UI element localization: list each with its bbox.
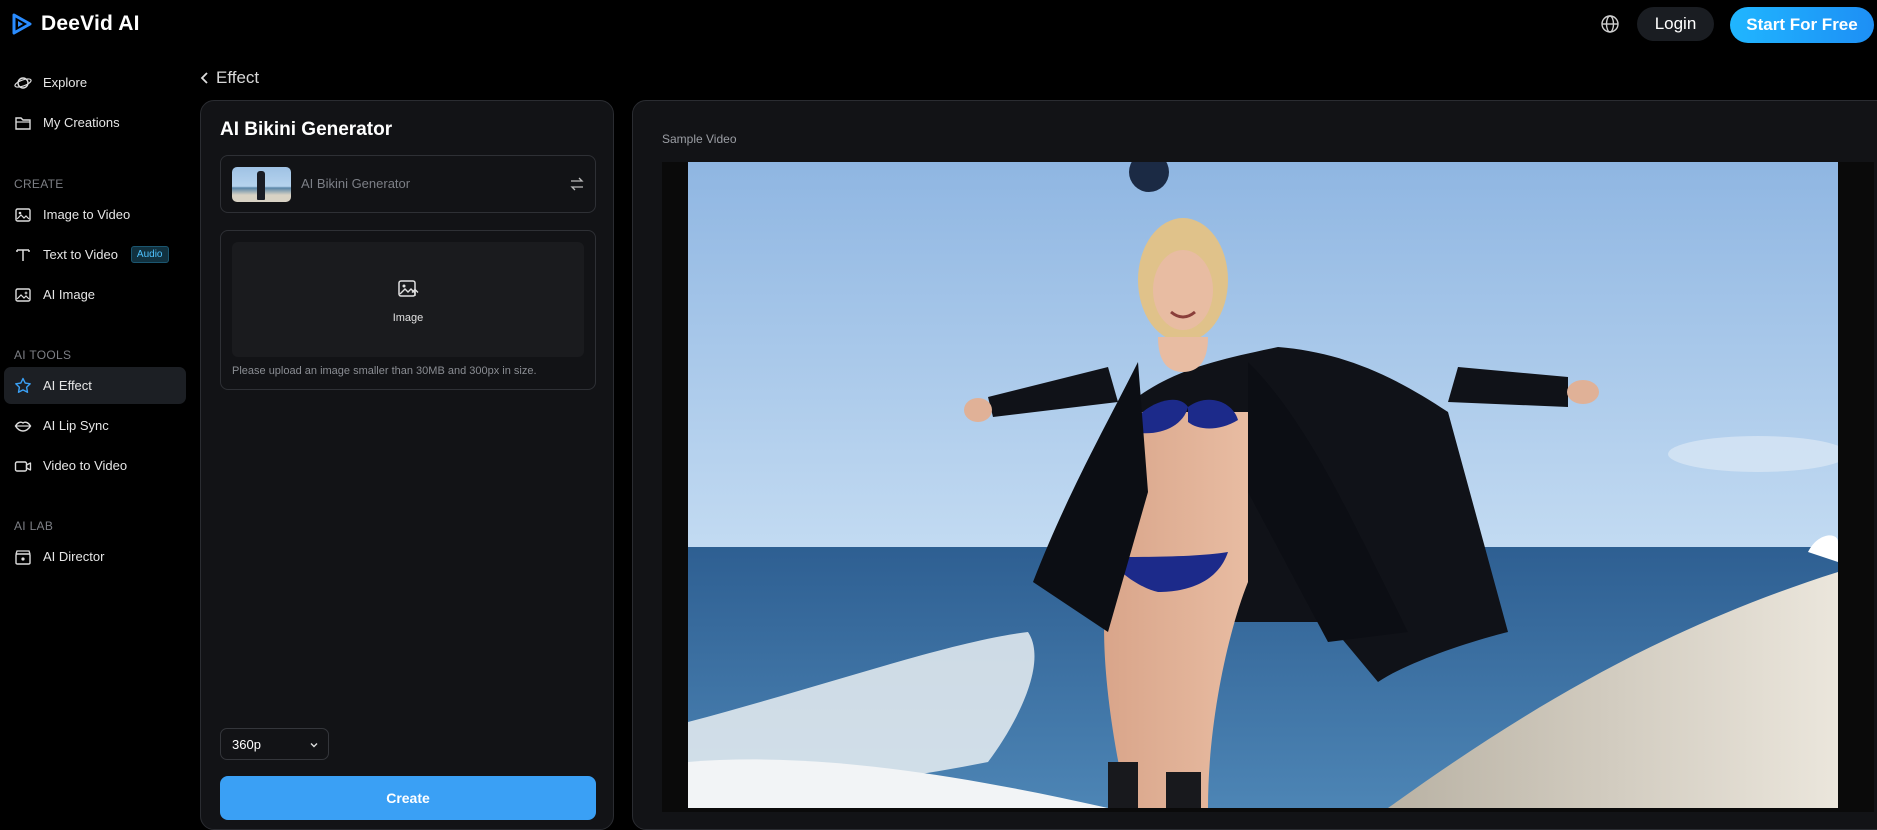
ai-image-icon — [15, 287, 31, 302]
create-button[interactable]: Create — [220, 776, 596, 820]
login-button[interactable]: Login — [1637, 7, 1714, 41]
folder-icon — [15, 116, 31, 130]
sidebar-item-label: AI Image — [43, 287, 96, 302]
swap-icon[interactable] — [569, 176, 585, 192]
top-bar: DeeVid AI Login Start For Free — [0, 0, 1877, 50]
image-upload-icon — [398, 280, 419, 297]
deevid-play-logo-icon — [12, 13, 32, 35]
section-label-ai-tools: AI TOOLS — [14, 348, 72, 362]
sidebar-item-video-to-video[interactable]: Video to Video — [4, 447, 186, 484]
start-for-free-button[interactable]: Start For Free — [1730, 7, 1874, 43]
audio-badge: Audio — [130, 246, 169, 263]
planet-icon — [14, 76, 32, 89]
image-dropzone[interactable]: Image — [232, 242, 584, 357]
sidebar-item-explore[interactable]: Explore — [4, 64, 186, 101]
star-icon — [15, 377, 31, 393]
sidebar-item-label: AI Effect — [43, 378, 92, 393]
section-label-create: CREATE — [14, 177, 64, 191]
effect-name: AI Bikini Generator — [301, 176, 411, 191]
upload-label: Image — [392, 312, 424, 324]
sidebar-item-label: AI Director — [43, 549, 105, 564]
sample-video-label: Sample Video — [662, 132, 737, 146]
sidebar-item-my-creations[interactable]: My Creations — [4, 104, 186, 141]
sidebar-item-text-to-video[interactable]: Text to Video Audio — [4, 236, 186, 273]
sidebar-item-ai-lip-sync[interactable]: AI Lip Sync — [4, 407, 186, 444]
resolution-value: 360p — [232, 736, 261, 752]
clapper-icon — [15, 549, 31, 565]
section-label-ai-lab: AI LAB — [14, 519, 54, 533]
back-link[interactable]: Effect — [200, 68, 259, 88]
sidebar-item-label: Video to Video — [43, 458, 128, 473]
upload-hint: Please upload an image smaller than 30MB… — [232, 365, 537, 377]
sidebar-item-ai-director[interactable]: AI Director — [4, 538, 186, 575]
chevron-down-icon — [310, 743, 318, 748]
sample-video-frame — [688, 162, 1838, 808]
generator-panel: AI Bikini Generator AI Bikini Generator … — [200, 100, 614, 830]
resolution-select[interactable]: 360p — [220, 728, 329, 760]
text-icon — [16, 248, 30, 261]
effect-thumbnail — [232, 167, 291, 202]
lips-icon — [14, 421, 32, 432]
image-icon — [15, 207, 31, 222]
sidebar-item-ai-effect[interactable]: AI Effect — [4, 367, 186, 404]
sidebar-item-label: Image to Video — [43, 207, 131, 222]
sidebar-item-image-to-video[interactable]: Image to Video — [4, 196, 186, 233]
sidebar-item-label: Text to Video — [43, 247, 118, 262]
logo[interactable]: DeeVid AI — [12, 12, 140, 36]
globe-icon[interactable] — [1600, 14, 1620, 34]
sidebar-item-ai-image[interactable]: AI Image — [4, 276, 186, 313]
sidebar-item-label: Explore — [43, 75, 88, 90]
preview-panel: Sample Video — [632, 100, 1877, 830]
brand-name: DeeVid AI — [41, 12, 140, 35]
sample-video-player[interactable] — [662, 162, 1874, 812]
image-upload-area[interactable]: Image Please upload an image smaller tha… — [220, 230, 596, 390]
sidebar-item-label: AI Lip Sync — [43, 418, 109, 433]
sidebar-item-label: My Creations — [43, 115, 120, 130]
effect-selector[interactable]: AI Bikini Generator — [220, 155, 596, 213]
page-title: AI Bikini Generator — [220, 119, 393, 140]
video-camera-icon — [14, 460, 32, 472]
chevron-left-icon — [200, 72, 208, 84]
back-label: Effect — [216, 68, 260, 87]
